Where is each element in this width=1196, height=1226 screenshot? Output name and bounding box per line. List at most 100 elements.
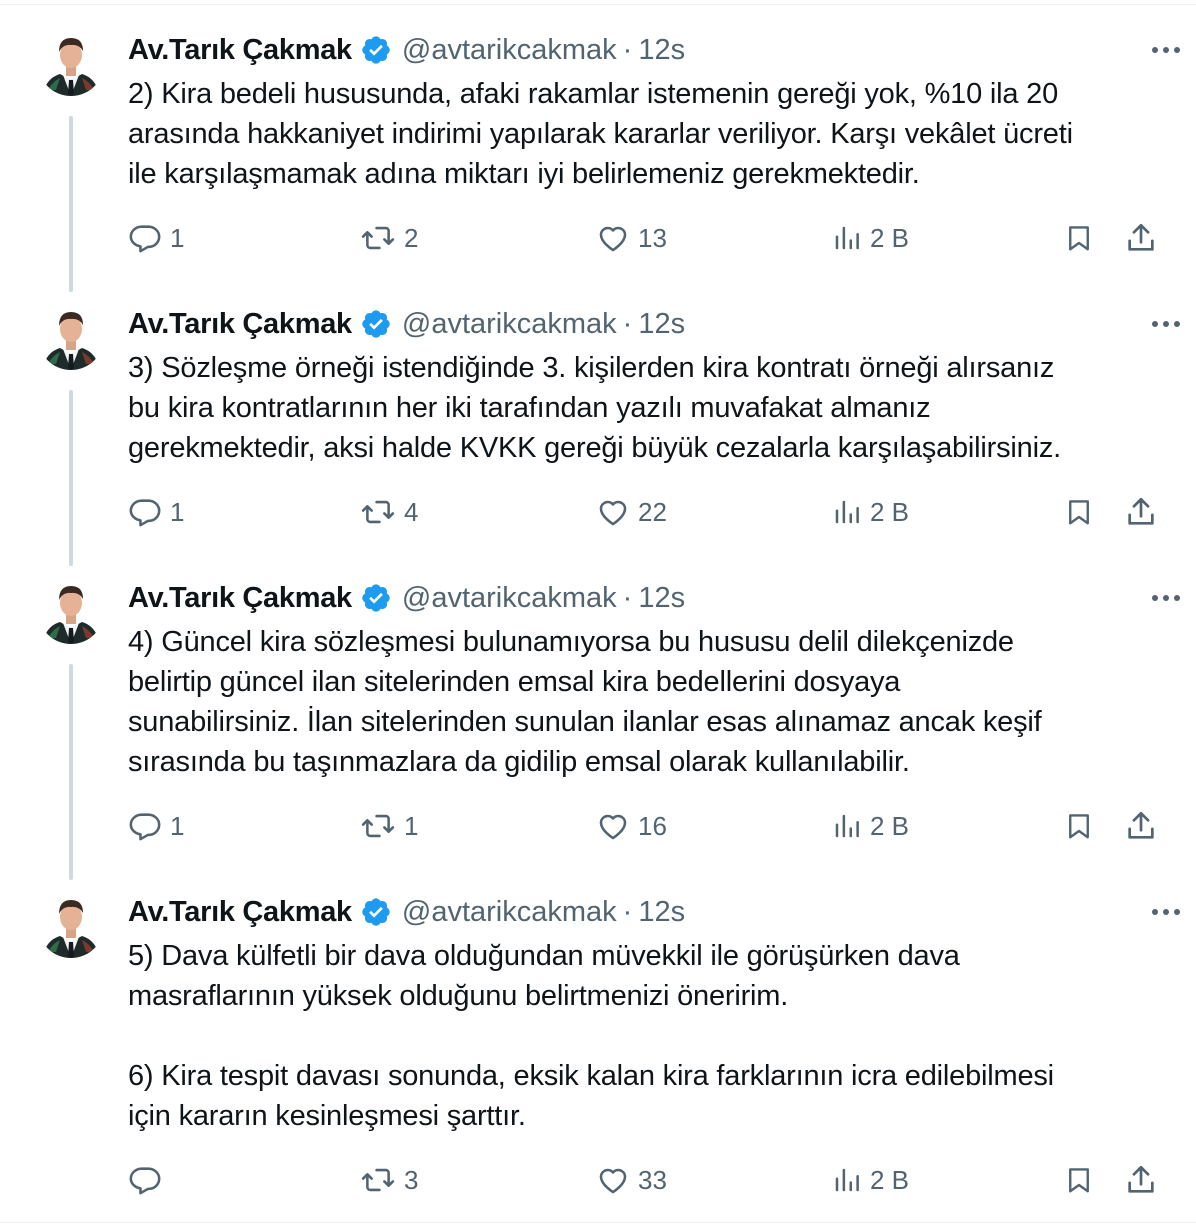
bookmark-button[interactable] [1064, 218, 1094, 258]
author-name[interactable]: Av.Tarık Çakmak [128, 896, 352, 929]
share-icon [1124, 221, 1158, 255]
views-icon [832, 496, 862, 528]
bookmark-icon [1064, 221, 1094, 255]
author-handle[interactable]: @avtarikcakmak [402, 896, 617, 929]
views-button[interactable]: 2 B [832, 806, 909, 846]
tweet-header: Av.Tarık Çakmak @avtarikcakmak · 12s [128, 304, 1172, 344]
verified-badge-icon[interactable] [360, 34, 392, 66]
share-button[interactable] [1124, 1160, 1158, 1200]
reply-button[interactable]: 1 [128, 806, 184, 846]
like-count: 16 [638, 810, 667, 841]
views-icon [832, 222, 862, 254]
retweet-count: 3 [404, 1164, 419, 1195]
author-name[interactable]: Av.Tarık Çakmak [128, 34, 352, 67]
views-count: 2 B [870, 810, 910, 841]
avatar[interactable] [38, 578, 104, 644]
verified-badge-icon[interactable] [360, 896, 392, 928]
more-icon[interactable] [1148, 582, 1184, 614]
avatar[interactable] [38, 304, 104, 370]
author-name[interactable]: Av.Tarık Çakmak [128, 308, 352, 341]
timestamp[interactable]: 12s [638, 34, 685, 67]
bookmark-button[interactable] [1064, 492, 1094, 532]
avatar[interactable] [38, 30, 104, 96]
retweet-icon [360, 1163, 396, 1197]
tweet-text-line: sırasında bu taşınmazlara da gidilip ems… [128, 746, 910, 778]
more-icon[interactable] [1148, 896, 1184, 928]
more-icon[interactable] [1148, 34, 1184, 66]
retweet-icon [360, 495, 396, 529]
separator: · [622, 307, 633, 340]
tweet-text: 2) Kira bedeli hususunda, afaki rakamlar… [128, 74, 1168, 194]
bookmark-icon [1064, 1163, 1094, 1197]
top-border [0, 4, 1196, 5]
timestamp[interactable]: 12s [638, 582, 685, 615]
heart-icon [596, 221, 630, 255]
like-button[interactable]: 16 [596, 806, 667, 846]
share-icon [1124, 809, 1158, 843]
reply-button[interactable]: 1 [128, 492, 184, 532]
tweet-text: 4) Güncel kira sözleşmesi bulunamıyorsa … [128, 622, 1168, 782]
views-icon [832, 1164, 862, 1196]
tweet-header: Av.Tarık Çakmak @avtarikcakmak · 12s [128, 892, 1172, 932]
bookmark-button[interactable] [1064, 1160, 1094, 1200]
retweet-icon [360, 221, 396, 255]
bookmark-button[interactable] [1064, 806, 1094, 846]
retweet-count: 2 [404, 222, 419, 253]
share-button[interactable] [1124, 806, 1158, 846]
timestamp[interactable]: 12s [638, 896, 685, 929]
retweet-button[interactable]: 4 [360, 492, 418, 532]
author-handle[interactable]: @avtarikcakmak [402, 308, 617, 341]
retweet-button[interactable]: 3 [360, 1160, 418, 1200]
bottom-border [0, 1222, 1196, 1223]
tweet-actions: 1 2 13 2 B [128, 218, 1168, 258]
retweet-icon [360, 809, 396, 843]
tweet-header: Av.Tarık Çakmak @avtarikcakmak · 12s [128, 578, 1172, 618]
tweet-text-line: 2) Kira bedeli hususunda, afaki rakamlar… [128, 78, 1059, 110]
tweet-text-line: gerekmektedir, aksi halde KVKK gereği bü… [128, 432, 1061, 464]
thread-line [69, 116, 73, 292]
share-button[interactable] [1124, 492, 1158, 532]
tweet-text-line: bu kira kontratlarının her iki tarafında… [128, 392, 931, 424]
verified-badge-icon[interactable] [360, 582, 392, 614]
author-handle[interactable]: @avtarikcakmak [402, 582, 617, 615]
like-button[interactable]: 22 [596, 492, 667, 532]
author-name[interactable]: Av.Tarık Çakmak [128, 582, 352, 615]
reply-button[interactable]: 1 [128, 218, 184, 258]
views-button[interactable]: 2 B [832, 218, 909, 258]
bookmark-icon [1064, 809, 1094, 843]
heart-icon [596, 495, 630, 529]
retweet-button[interactable]: 1 [360, 806, 418, 846]
tweet-text-line: 5) Dava külfetli bir dava olduğundan müv… [128, 940, 960, 972]
tweet-text-line: 3) Sözleşme örneği istendiğinde 3. kişil… [128, 352, 1055, 384]
heart-icon [596, 1163, 630, 1197]
thread-line [69, 664, 73, 880]
share-button[interactable] [1124, 218, 1158, 258]
retweet-count: 4 [404, 496, 419, 527]
like-button[interactable]: 13 [596, 218, 667, 258]
separator: · [622, 581, 633, 614]
like-count: 33 [638, 1164, 667, 1195]
tweet-text-line: sunabilirsiniz. İlan sitelerinden sunula… [128, 706, 1042, 738]
views-button[interactable]: 2 B [832, 492, 909, 532]
tweet-text-line: masraflarının yüksek olduğunu belirtmeni… [128, 980, 789, 1012]
thread-line [69, 390, 73, 566]
share-icon [1124, 1163, 1158, 1197]
verified-badge-icon[interactable] [360, 308, 392, 340]
tweet-text-line: 4) Güncel kira sözleşmesi bulunamıyorsa … [128, 626, 1014, 658]
views-button[interactable]: 2 B [832, 1160, 909, 1200]
retweet-button[interactable]: 2 [360, 218, 418, 258]
tweet-header: Av.Tarık Çakmak @avtarikcakmak · 12s [128, 30, 1172, 70]
retweet-count: 1 [404, 810, 419, 841]
reply-button[interactable] [128, 1160, 170, 1200]
tweet-text-line: arasında hakkaniyet indirimi yapılarak k… [128, 118, 1073, 150]
tweet-text: 5) Dava külfetli bir dava olduğundan müv… [128, 936, 1168, 1136]
like-button[interactable]: 33 [596, 1160, 667, 1200]
more-icon[interactable] [1148, 308, 1184, 340]
separator: · [622, 33, 633, 66]
author-handle[interactable]: @avtarikcakmak [402, 34, 617, 67]
reply-count: 1 [170, 810, 185, 841]
reply-icon [128, 1163, 162, 1197]
reply-count: 1 [170, 222, 185, 253]
avatar[interactable] [38, 892, 104, 958]
timestamp[interactable]: 12s [638, 308, 685, 341]
